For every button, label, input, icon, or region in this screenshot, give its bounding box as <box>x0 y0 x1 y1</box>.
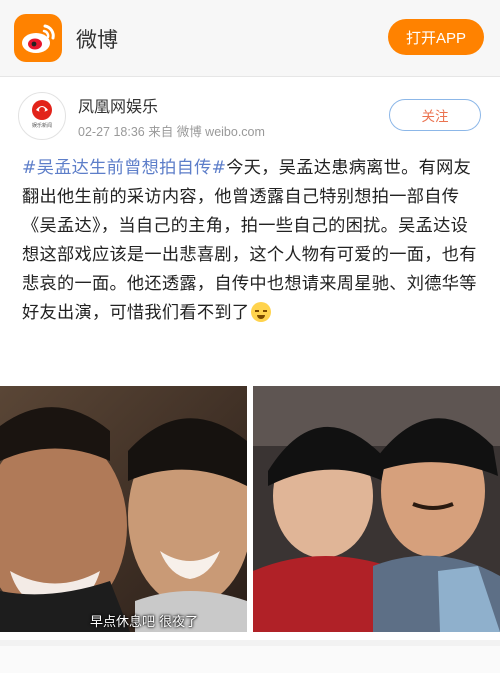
post-source: 来自 微博 weibo.com <box>148 125 265 139</box>
hashtag-link[interactable]: #吴孟达生前曾想拍自传# <box>22 158 226 178</box>
avatar-label: 娱乐新闻 <box>31 123 52 129</box>
photo-caption: 早点休息吧 很夜了 <box>90 615 199 630</box>
post-text: 今天，吴孟达患病离世。有网友翻出他生前的采访内容，他曾透露自己特别想拍一部自传《… <box>22 158 477 323</box>
avatar[interactable]: 娱乐新闻 <box>18 92 66 140</box>
photo-left[interactable] <box>0 386 247 632</box>
post-timestamp: 02-27 18:36 <box>78 125 145 139</box>
bottom-bar <box>0 646 500 673</box>
author-name[interactable]: 凤凰网娱乐 <box>78 93 158 117</box>
post-meta: 02-27 18:36 来自 微博 weibo.com <box>78 121 265 140</box>
phoenix-logo-icon <box>32 100 52 120</box>
weibo-logo-icon[interactable] <box>14 14 62 62</box>
photo-right[interactable] <box>253 386 500 632</box>
follow-button[interactable]: 关注 <box>389 99 481 131</box>
crying-emoji-icon <box>251 302 272 322</box>
post-body: #吴孟达生前曾想拍自传#今天，吴孟达患病离世。有网友翻出他生前的采访内容，他曾透… <box>22 154 484 328</box>
open-app-button[interactable]: 打开APP <box>388 19 484 55</box>
app-header: 微博 打开APP <box>0 0 500 77</box>
app-name: 微博 <box>76 28 118 52</box>
